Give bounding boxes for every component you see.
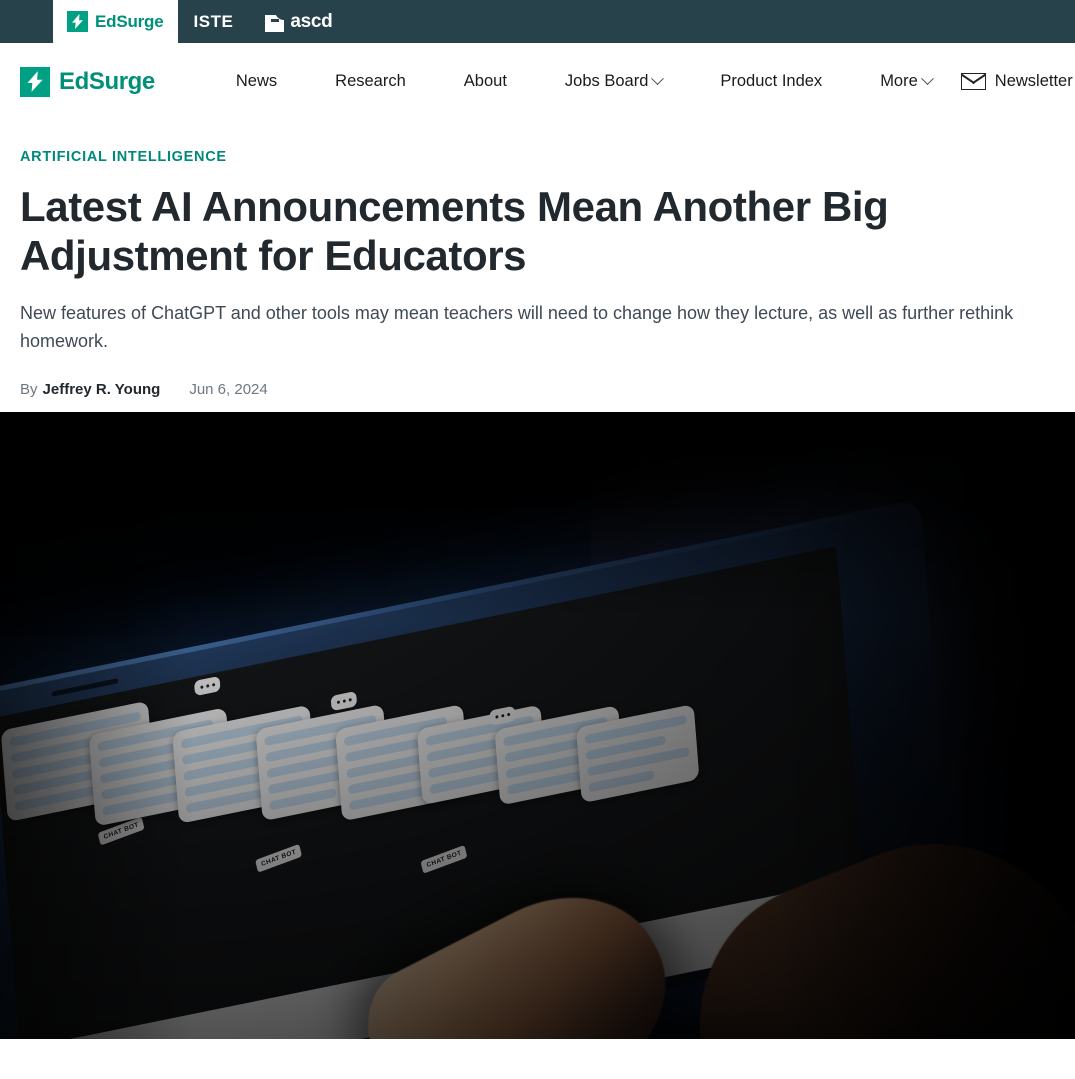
chat-bot-tag: CHAT BOT [255, 843, 303, 873]
header-actions: Newsletter [960, 63, 1075, 101]
network-site-label: ascd [290, 11, 333, 32]
brand-logo-link[interactable]: EdSurge [20, 66, 155, 97]
publish-date: Jun 6, 2024 [189, 381, 268, 399]
nav-label: About [463, 72, 507, 90]
envelope-icon [960, 73, 986, 90]
nav-item-about[interactable]: About [435, 72, 536, 91]
nav-label: Jobs Board [564, 72, 649, 90]
main-navigation: News Research About Jobs Board Product I… [207, 72, 961, 91]
newsletter-link[interactable]: Newsletter [960, 72, 1075, 91]
chat-bot-tag: CHAT BOT [420, 844, 468, 874]
chevron-down-icon [651, 72, 665, 86]
network-site-ascd[interactable]: ascd [249, 0, 348, 43]
network-bar-spacer [0, 0, 53, 43]
ascd-logo [265, 11, 285, 32]
nav-item-research[interactable]: Research [306, 72, 435, 91]
nav-label: Product Index [720, 72, 823, 90]
author-link[interactable]: Jeffrey R. Young [43, 381, 161, 398]
nav-item-product-index[interactable]: Product Index [691, 72, 851, 91]
typing-indicator-icon [193, 675, 221, 697]
category-kicker[interactable]: ARTIFICIAL INTELLIGENCE [20, 149, 227, 165]
page-title: Latest AI Announcements Mean Another Big… [20, 183, 889, 280]
typing-indicator-icon [330, 691, 358, 712]
nav-item-jobs-board[interactable]: Jobs Board [536, 72, 691, 91]
network-bar: EdSurge ISTE ascd [0, 0, 1075, 43]
site-header: EdSurge News Research About Jobs Board P… [0, 43, 1075, 120]
iste-logo: ISTE [193, 12, 234, 31]
send-button[interactable]: Send [812, 902, 848, 926]
network-site-label: EdSurge [95, 12, 164, 31]
network-site-iste[interactable]: ISTE [178, 0, 250, 43]
article-dek: New features of ChatGPT and other tools … [20, 303, 1014, 352]
nav-item-more[interactable]: More [851, 72, 961, 91]
article-header: ARTIFICIAL INTELLIGENCE Latest AI Announ… [0, 120, 1075, 398]
brand-name: EdSurge [59, 67, 155, 95]
network-site-edsurge[interactable]: EdSurge [53, 0, 178, 43]
hero-image: CHAT BOT CHAT BOT CHAT BOT Send [0, 412, 1075, 1040]
nav-label: Research [335, 72, 406, 90]
byline: By Jeffrey R. Young Jun 6, 2024 [20, 381, 1055, 398]
lightning-bolt-icon [67, 11, 88, 32]
nav-label: More [880, 72, 918, 90]
newsletter-label: Newsletter [994, 72, 1073, 90]
nav-item-news[interactable]: News [207, 72, 306, 91]
nav-label: News [235, 72, 278, 90]
chevron-down-icon [920, 72, 934, 86]
lightning-bolt-icon [20, 66, 50, 97]
byline-prefix: By [20, 381, 38, 399]
